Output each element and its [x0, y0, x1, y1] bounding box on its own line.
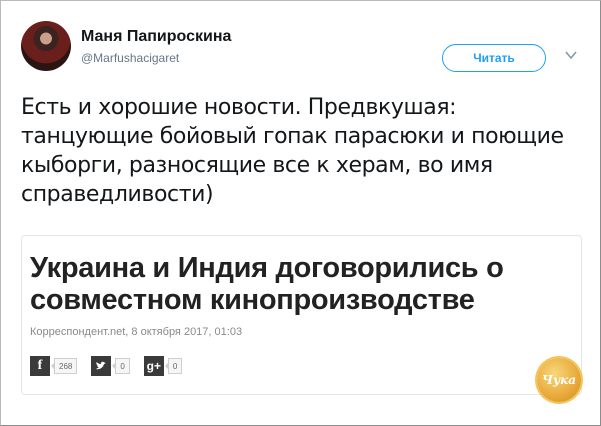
card-headline: Украина и Индия договорились о совместно…: [30, 252, 504, 316]
twitter-icon[interactable]: [91, 356, 112, 376]
watermark-logo: Чука: [537, 358, 581, 402]
twitter-bird-glyph: [96, 361, 107, 370]
tweet-text: Есть и хорошие новости. Предвкушая: танц…: [21, 95, 564, 207]
chevron-down-icon[interactable]: [564, 48, 578, 62]
facebook-count: 268: [50, 358, 78, 374]
avatar[interactable]: [21, 21, 71, 71]
follow-button[interactable]: Читать: [442, 44, 546, 72]
news-card[interactable]: Украина и Индия договорились о совместно…: [21, 235, 582, 395]
user-handle[interactable]: @Marfushacigaret: [81, 51, 179, 65]
google-plus-count: 0: [164, 358, 183, 374]
twitter-count: 0: [112, 358, 130, 374]
share-bar: f 268 0 g+ 0: [30, 356, 196, 376]
tweet-frame: Маня Папироскина @Marfushacigaret Читать…: [0, 0, 601, 426]
user-name[interactable]: Маня Папироскина: [81, 28, 231, 46]
facebook-icon[interactable]: f: [30, 356, 50, 376]
google-plus-icon[interactable]: g+: [143, 356, 164, 376]
card-source-date: Корреспондент.net, 8 октября 2017, 01:03: [30, 326, 243, 338]
